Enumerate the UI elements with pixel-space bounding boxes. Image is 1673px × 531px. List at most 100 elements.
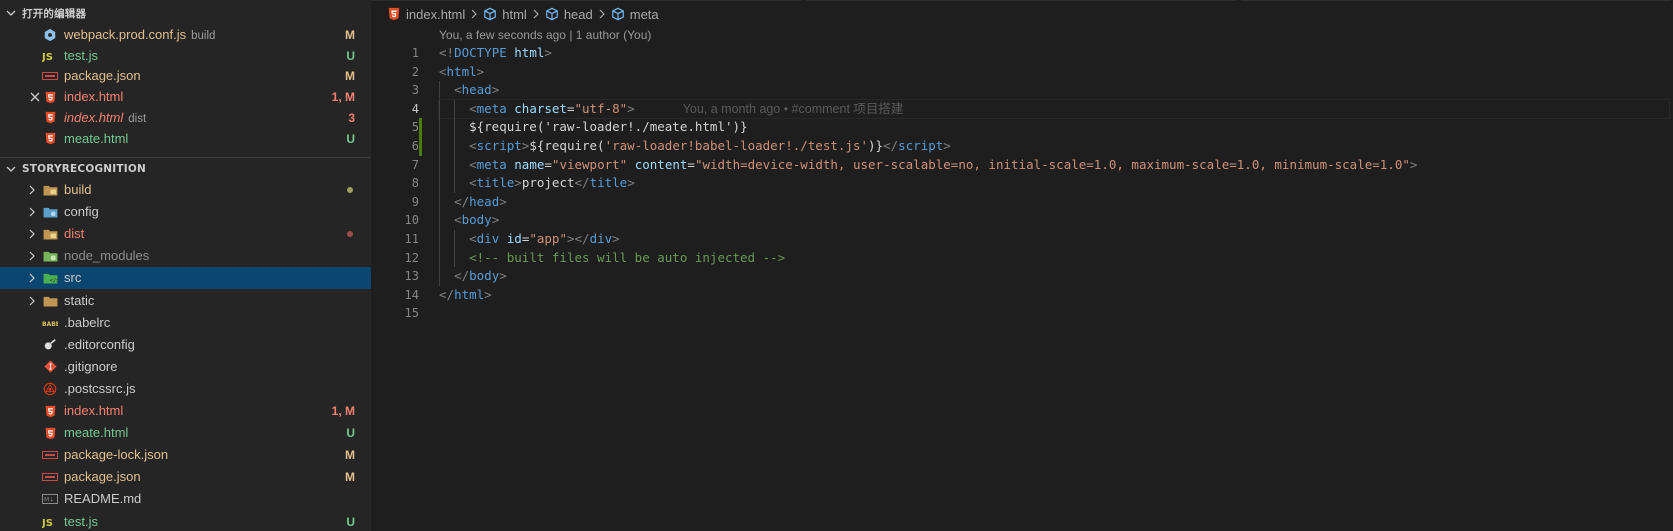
open-editor-test-js[interactable]: JS test.js U xyxy=(0,45,371,67)
code-line[interactable]: <title>project</title> xyxy=(439,174,1669,193)
code-line[interactable]: </body> xyxy=(439,267,1669,286)
code-line[interactable]: ${require('raw-loader!./meate.html')} xyxy=(439,118,1669,137)
code-token: < xyxy=(454,82,462,98)
svg-text:</>: </> xyxy=(49,279,57,285)
indent-guide xyxy=(454,99,456,119)
cube-symbol-icon xyxy=(483,7,497,21)
chevron-right-icon[interactable] xyxy=(25,223,39,245)
close-icon[interactable] xyxy=(27,89,43,105)
file-gitignore[interactable]: .gitignore xyxy=(0,356,371,378)
folder-config[interactable]: config xyxy=(0,201,371,223)
code-line[interactable]: <html> xyxy=(439,63,1669,82)
file-postcssrc-js[interactable]: .postcssrc.js xyxy=(0,378,371,400)
file-index-html[interactable]: index.html 1, M xyxy=(0,400,371,422)
chevron-right-icon[interactable] xyxy=(25,201,39,223)
tree-item-label: dist xyxy=(64,226,85,242)
code-token: 'raw-loader!babel-loader!./test.js' xyxy=(604,137,868,153)
chevron-right-icon xyxy=(531,9,541,19)
chevron-right-icon[interactable] xyxy=(25,290,39,312)
code-token: < xyxy=(469,175,477,191)
js-icon: JS xyxy=(42,511,58,531)
file-package-json[interactable]: package.json M xyxy=(0,466,371,488)
folder-src[interactable]: </> src xyxy=(0,267,371,290)
breadcrumb-meta-label: meta xyxy=(629,6,659,22)
file-test-js[interactable]: JS test.js U xyxy=(0,511,371,531)
code-token: ${require('raw-loader!./meate.html')} xyxy=(439,119,748,135)
open-editor-index-html-dist[interactable]: index.html dist 3 xyxy=(0,107,371,129)
line-number: 8 xyxy=(411,176,419,191)
code-token: title xyxy=(476,175,515,191)
line-number: 7 xyxy=(411,157,419,172)
code-token: > xyxy=(627,175,635,191)
chevron-right-icon[interactable] xyxy=(25,179,39,201)
code-token: id xyxy=(506,230,522,246)
git-added-indicator[interactable] xyxy=(419,118,422,156)
html5-icon xyxy=(42,128,58,150)
editor-pane: index.html html head meta You, a few sec… xyxy=(371,0,1673,531)
code-line[interactable]: <!DOCTYPE html> xyxy=(439,44,1669,63)
open-editor-index-html[interactable]: index.html 1, M xyxy=(0,86,371,108)
code-token: > xyxy=(491,212,500,228)
code-token: content xyxy=(634,156,688,172)
babel-icon: BABEL xyxy=(42,312,58,334)
code-line[interactable]: <div id="app"></div> xyxy=(439,229,1669,249)
open-editor-package-json[interactable]: package.json M xyxy=(0,65,371,87)
breadcrumb-meta[interactable]: meta xyxy=(611,7,659,22)
tree-item-label: build xyxy=(64,182,92,197)
chevron-right-icon[interactable] xyxy=(25,267,39,289)
folder-static[interactable]: static xyxy=(0,290,371,312)
open-editors-header[interactable]: 打开的编辑器 xyxy=(0,2,371,24)
chevron-right-icon[interactable] xyxy=(25,245,39,267)
file-label: meate.html xyxy=(64,128,128,150)
code-token: "app" xyxy=(529,230,567,246)
chevron-down-icon xyxy=(0,163,22,175)
breadcrumb-head[interactable]: head xyxy=(545,7,593,22)
indent-guide xyxy=(454,174,456,193)
codelens-blame[interactable]: You, a few seconds ago | 1 author (You) xyxy=(439,27,651,43)
code-token: title xyxy=(589,175,628,191)
file-babelrc[interactable]: BABEL .babelrc xyxy=(0,312,371,334)
line-number: 3 xyxy=(411,83,419,98)
code-token: < xyxy=(469,100,477,116)
inline-git-blame: You, a month ago • #comment 项目搭建 xyxy=(682,101,904,116)
folder-config-icon xyxy=(42,201,58,223)
file-editorconfig[interactable]: .editorconfig xyxy=(0,334,371,356)
tree-item-label: .babelrc xyxy=(64,314,111,330)
folder-build-icon xyxy=(42,179,58,201)
file-meate-html[interactable]: meate.html U xyxy=(0,422,371,444)
code-line[interactable]: <meta charset="utf-8"> You, a month ago •… xyxy=(438,98,1670,120)
folder-node-modules[interactable]: node_modules xyxy=(0,245,371,267)
code-line[interactable]: <head> xyxy=(439,81,1669,100)
code-line[interactable] xyxy=(439,304,1669,323)
open-editor-meate-html[interactable]: meate.html U xyxy=(0,128,371,150)
code-line[interactable]: <meta name="viewport" content="width=dev… xyxy=(439,155,1669,175)
breadcrumb-file[interactable]: index.html xyxy=(387,7,465,22)
code-line[interactable]: <!-- built files will be auto injected -… xyxy=(439,248,1669,268)
tree-item-label: .postcssrc.js xyxy=(64,380,136,396)
folder-dist[interactable]: dist xyxy=(0,223,371,245)
html5-icon xyxy=(42,422,58,444)
line-number: 12 xyxy=(404,250,419,265)
breadcrumb-html[interactable]: html xyxy=(483,7,527,22)
indent-guide xyxy=(439,229,440,249)
file-readme-md[interactable]: M↓ README.md xyxy=(0,488,371,510)
tree-item-label: .editorconfig xyxy=(64,336,135,352)
code-line[interactable]: </html> xyxy=(439,286,1669,305)
svg-text:JS: JS xyxy=(42,52,53,62)
open-editor-webpack-prod-conf-js-build[interactable]: webpack.prod.conf.js build M xyxy=(0,24,371,46)
git-status-badge: 1, M xyxy=(331,404,355,418)
code-token: < xyxy=(439,63,447,79)
indent-guide xyxy=(454,248,456,268)
line-number: 10 xyxy=(404,213,419,228)
breadcrumb-file-label: index.html xyxy=(406,6,466,22)
file-package-lock-json[interactable]: package-lock.json M xyxy=(0,444,371,466)
code-line[interactable]: </head> xyxy=(439,192,1669,212)
folder-build[interactable]: build xyxy=(0,179,371,201)
code-token: head xyxy=(469,193,500,209)
code-line[interactable]: <script>${require('raw-loader!babel-load… xyxy=(439,136,1669,156)
code-token: body xyxy=(461,212,492,228)
code-area[interactable]: <!DOCTYPE html> <html> <head> <meta chars… xyxy=(438,44,1670,323)
code-line[interactable]: <body> xyxy=(439,211,1669,230)
project-header[interactable]: STORYRECOGNITION xyxy=(0,157,371,180)
